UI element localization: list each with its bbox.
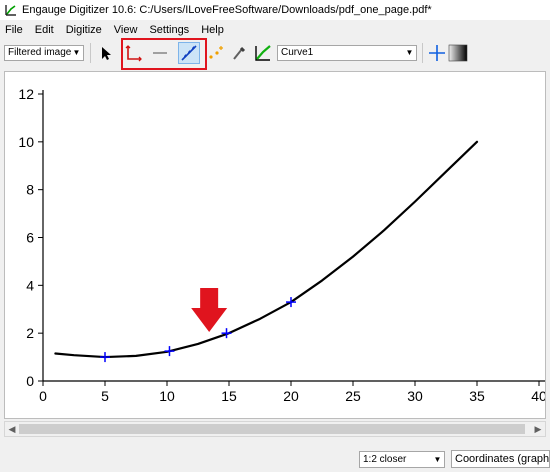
background-select[interactable]: Filtered image ▼ (4, 45, 84, 61)
chevron-down-icon: ▼ (405, 48, 414, 57)
y-tick-label: 8 (26, 182, 34, 198)
toolbar-separator (90, 43, 91, 63)
curve-select[interactable]: Curve1 ▼ (277, 45, 417, 61)
curve-point-marker[interactable] (100, 352, 110, 363)
menu-file[interactable]: File (0, 24, 29, 36)
segment-fill-icon (255, 45, 271, 61)
color-picker-icon (233, 46, 246, 60)
toolbar: Filtered image ▼ Curve1 ▼ (0, 40, 550, 66)
checklist-button[interactable] (448, 43, 468, 63)
y-tick-label: 12 (18, 86, 34, 102)
zoom-select[interactable]: 1:2 closer ▼ (359, 451, 445, 468)
scroll-left-icon[interactable]: ◀ (5, 422, 19, 436)
horizontal-scrollbar[interactable]: ◀ ▶ (4, 421, 546, 437)
checklist-icon (448, 44, 468, 62)
coordinates-field: Coordinates (graph): (451, 450, 550, 468)
select-arrow-icon (102, 47, 111, 60)
window-title: Engauge Digitizer 10.6: C:/Users/ILoveFr… (22, 4, 432, 16)
app-icon (5, 5, 16, 16)
title-bar: Engauge Digitizer 10.6: C:/Users/ILoveFr… (0, 0, 550, 20)
document-canvas[interactable]: 0 5 10 15 20 25 30 35 40 0 2 4 6 8 10 12 (4, 71, 546, 419)
y-tick-label: 6 (26, 230, 34, 246)
curve-select-value: Curve1 (281, 47, 314, 58)
series-line (54, 140, 479, 359)
menu-bar: File Edit Digitize View Settings Help (0, 21, 550, 39)
y-tick-label: 0 (26, 373, 34, 389)
segment-fill-button[interactable] (253, 43, 273, 63)
zoom-select-value: 1:2 closer (363, 454, 407, 465)
x-tick-label: 30 (407, 388, 423, 404)
color-picker-button[interactable] (229, 43, 249, 63)
background-select-value: Filtered image (8, 47, 72, 58)
menu-view[interactable]: View (108, 24, 144, 36)
scroll-right-icon[interactable]: ▶ (531, 422, 545, 436)
checklist-guide-button[interactable] (427, 43, 447, 63)
toolbar-separator (422, 43, 423, 63)
y-tick-label: 2 (26, 325, 34, 341)
x-tick-label: 20 (283, 388, 299, 404)
menu-edit[interactable]: Edit (29, 24, 60, 36)
x-tick-label: 35 (469, 388, 485, 404)
chevron-down-icon: ▼ (433, 455, 442, 464)
curve-point-marker[interactable] (164, 346, 175, 357)
menu-digitize[interactable]: Digitize (60, 24, 108, 36)
menu-settings[interactable]: Settings (143, 24, 195, 36)
y-tick-label: 10 (18, 134, 34, 150)
x-tick-label: 40 (531, 388, 545, 404)
chevron-down-icon: ▼ (72, 48, 81, 57)
select-tool-button[interactable] (96, 43, 116, 63)
x-tick-label: 15 (221, 388, 237, 404)
point-match-icon (209, 46, 223, 59)
x-tick-label: 0 (39, 388, 47, 404)
plot-svg[interactable]: 0 5 10 15 20 25 30 35 40 0 2 4 6 8 10 12 (5, 72, 545, 418)
menu-help[interactable]: Help (195, 24, 230, 36)
checklist-guide-icon (429, 45, 445, 61)
curve-point-marker[interactable] (221, 328, 232, 339)
x-tick-label: 10 (159, 388, 175, 404)
x-tick-label: 25 (345, 388, 361, 404)
point-match-button[interactable] (206, 43, 226, 63)
highlight-box (121, 38, 207, 70)
down-arrow-icon (191, 288, 228, 332)
y-tick-label: 4 (26, 277, 34, 293)
scrollbar-thumb[interactable] (19, 424, 525, 434)
x-tick-label: 5 (101, 388, 109, 404)
coordinates-label: Coordinates (graph): (455, 453, 550, 465)
